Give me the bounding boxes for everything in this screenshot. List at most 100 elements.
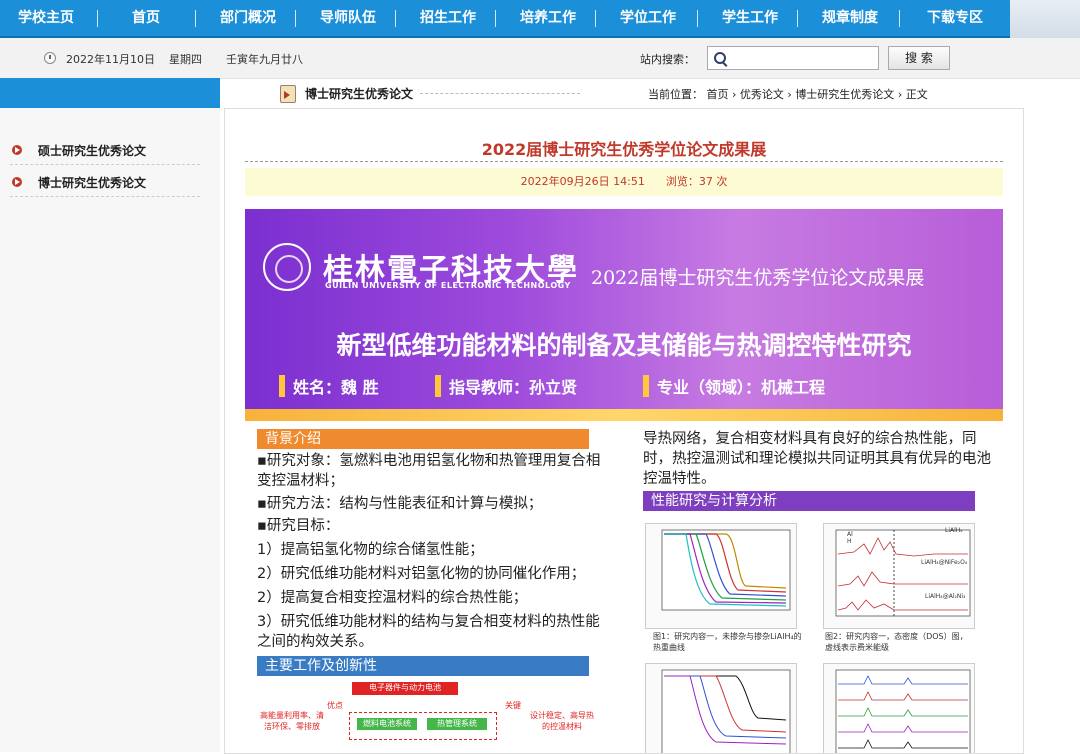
nav-separator	[697, 10, 698, 27]
conclusion-text: 导热网络，复合相变材料具有良好的综合热性能，同时，热控温测试和理论模拟共同证明其…	[643, 431, 991, 487]
nav-item[interactable]: 下载专区	[902, 0, 1008, 36]
breadcrumb-bar: 博士研究生优秀论文 当前位置： 首页 › 优秀论文 › 博士研究生优秀论文 › …	[270, 82, 972, 106]
search-label: 站内搜索：	[640, 53, 695, 66]
arrow-bullet-icon	[12, 177, 22, 187]
nav-separator	[797, 10, 798, 27]
flow-top-box: 电子器件与动力电池	[352, 682, 458, 695]
background-line: ▪研究对象：氢燃料电池用铝氢化物和热管理用复合相变控温材料；	[257, 453, 601, 489]
nav-item[interactable]: 学校主页	[0, 0, 92, 36]
dos-figure	[823, 523, 975, 629]
sidebar-item-label: 博士研究生优秀论文	[38, 176, 147, 190]
legend-entry: Al	[847, 531, 853, 538]
breadcrumb-current: 正文	[905, 88, 928, 101]
search-icon	[714, 52, 726, 64]
background-line: 3）研究低维功能材料的结构与复合相变材料的热性能之间的构效关系。	[257, 614, 600, 650]
breadcrumb-home[interactable]: 首页	[707, 88, 729, 101]
background-line: ▪研究目标：	[257, 518, 340, 534]
top-nav-right	[1010, 0, 1080, 38]
nav-separator	[395, 10, 396, 27]
breadcrumb-sep: ›	[732, 88, 737, 101]
search-field[interactable]	[707, 46, 879, 70]
university-seal-icon	[263, 243, 311, 291]
sidebar-header	[0, 78, 220, 108]
performance-heading: 性能研究与计算分析	[643, 491, 975, 511]
search-button[interactable]: 搜 索	[888, 46, 950, 70]
divider	[245, 161, 1003, 162]
nav-item[interactable]: 培养工作	[498, 0, 598, 36]
figure-label: LiAlH₄@Al₂Ni₃	[925, 593, 966, 600]
nav-item[interactable]: 学位工作	[598, 0, 698, 36]
nav-separator	[495, 10, 496, 27]
main-work-heading: 主要工作及创新性	[257, 656, 589, 676]
figure-caption: 图1：研究内容一，未掺杂与掺杂LiAlH₄的热重曲线	[653, 632, 802, 652]
figure-legend: Al H	[847, 531, 853, 545]
background-line: 2）研究低维功能材料对铝氢化物的协同催化作用；	[257, 566, 586, 582]
views-label: 浏览：	[665, 175, 699, 188]
section-title: 博士研究生优秀论文	[305, 87, 414, 101]
current-date: 2022年11月10日	[66, 53, 155, 66]
sidebar-item-masters-theses[interactable]: 硕士研究生优秀论文	[10, 136, 200, 165]
nav-item[interactable]: 导师队伍	[298, 0, 398, 36]
breadcrumb: 当前位置： 首页 › 优秀论文 › 博士研究生优秀论文 › 正文	[648, 86, 928, 102]
nav-item[interactable]: 学生工作	[700, 0, 800, 36]
university-name-en: GUILIN UNIVERSITY OF ELECTRONIC TECHNOLO…	[325, 281, 571, 290]
background-line: ▪研究方法：结构与性能表征和计算与模拟；	[257, 496, 543, 512]
nav-separator	[899, 10, 900, 27]
breadcrumb-sep: ›	[787, 88, 792, 101]
nav-separator	[195, 10, 196, 27]
sidebar: 硕士研究生优秀论文 博士研究生优秀论文	[0, 108, 220, 752]
date-bar: 2022年11月10日 星期四 壬寅年九月廿八 站内搜索： 搜 索	[0, 38, 1080, 79]
nav-separator	[295, 10, 296, 27]
flow-left-text: 高能量利用率、清洁环保、零排放	[260, 711, 324, 731]
background-heading: 背景介绍	[257, 429, 589, 449]
nav-separator	[97, 10, 98, 27]
search-input[interactable]	[730, 49, 874, 67]
sidebar-item-label: 硕士研究生优秀论文	[38, 144, 147, 158]
views-count: 37	[698, 175, 713, 188]
poster-right-column: 导热网络，复合相变材料具有良好的综合热性能，同时，热控温测试和理论模拟共同证明其…	[643, 429, 999, 511]
background-line: 1）提高铝氢化物的综合储氢性能；	[257, 542, 484, 558]
nav-item[interactable]: 部门概况	[198, 0, 298, 36]
figure-caption: 图2：研究内容一，态密度（DOS）图，虚线表示费米能级	[825, 632, 968, 652]
legend-entry: H	[847, 538, 852, 545]
flow-right-label: 关键	[505, 701, 521, 710]
clock-icon	[44, 52, 56, 64]
article-title: 2022届博士研究生优秀学位论文成果展	[481, 140, 767, 159]
nav-separator	[595, 10, 596, 27]
poster-banner-stripe	[245, 409, 1003, 421]
document-icon	[280, 85, 296, 103]
flow-left-label: 优点	[327, 701, 343, 710]
views-unit: 次	[716, 175, 728, 188]
divider	[420, 93, 580, 94]
poster-image: 桂林電子科技大學 GUILIN UNIVERSITY OF ELECTRONIC…	[245, 209, 1003, 753]
article-date: 2022年09月26日 14:51	[520, 175, 645, 188]
nav-item[interactable]: 首页	[100, 0, 192, 36]
breadcrumb-doctoral[interactable]: 博士研究生优秀论文	[795, 88, 894, 101]
poster-left-column: 背景介绍 ▪研究对象：氢燃料电池用铝氢化物和热管理用复合相变控温材料； ▪研究方…	[257, 429, 605, 746]
expo-title: 2022届博士研究生优秀学位论文成果展	[591, 267, 925, 289]
sidebar-item-doctoral-theses[interactable]: 博士研究生优秀论文	[10, 168, 200, 197]
article-meta: 2022年09月26日 14:51 浏览：37 次	[245, 168, 1003, 196]
thesis-title: 新型低维功能材料的制备及其储能与热调控特性研究	[336, 331, 912, 360]
nav-item[interactable]: 规章制度	[800, 0, 900, 36]
figure-label: LiAlH₄@NiFe₂O₄	[921, 559, 968, 566]
figure-label: LiAlH₄	[945, 527, 963, 534]
current-weekday: 星期四	[169, 53, 202, 66]
article-panel: 2022届博士研究生优秀学位论文成果展 2022年09月26日 14:51 浏览…	[224, 108, 1024, 754]
xrd-figure	[823, 663, 975, 753]
nav-item[interactable]: 招生工作	[398, 0, 498, 36]
breadcrumb-label: 当前位置：	[648, 88, 703, 101]
tga-figure-2	[645, 663, 797, 753]
arrow-bullet-icon	[12, 145, 22, 155]
flow-right-text: 设计稳定、高导热的控温材料	[530, 711, 594, 731]
tga-figure	[645, 523, 797, 629]
author-tag: 姓名：魏 胜	[279, 374, 379, 398]
lunar-date: 壬寅年九月廿八	[226, 53, 303, 66]
background-line: 2）提高复合相变控温材料的综合热性能；	[257, 590, 528, 606]
major-tag: 专业（领域）：机械工程	[643, 374, 825, 398]
breadcrumb-theses[interactable]: 优秀论文	[740, 88, 784, 101]
advisor-tag: 指导教师：孙立贤	[435, 374, 577, 398]
breadcrumb-sep: ›	[897, 88, 903, 101]
flow-diagram: 电子器件与动力电池 优点 高能量利用率、清洁环保、零排放 关键 设计稳定、高导热…	[257, 676, 605, 746]
flow-group	[349, 712, 497, 740]
